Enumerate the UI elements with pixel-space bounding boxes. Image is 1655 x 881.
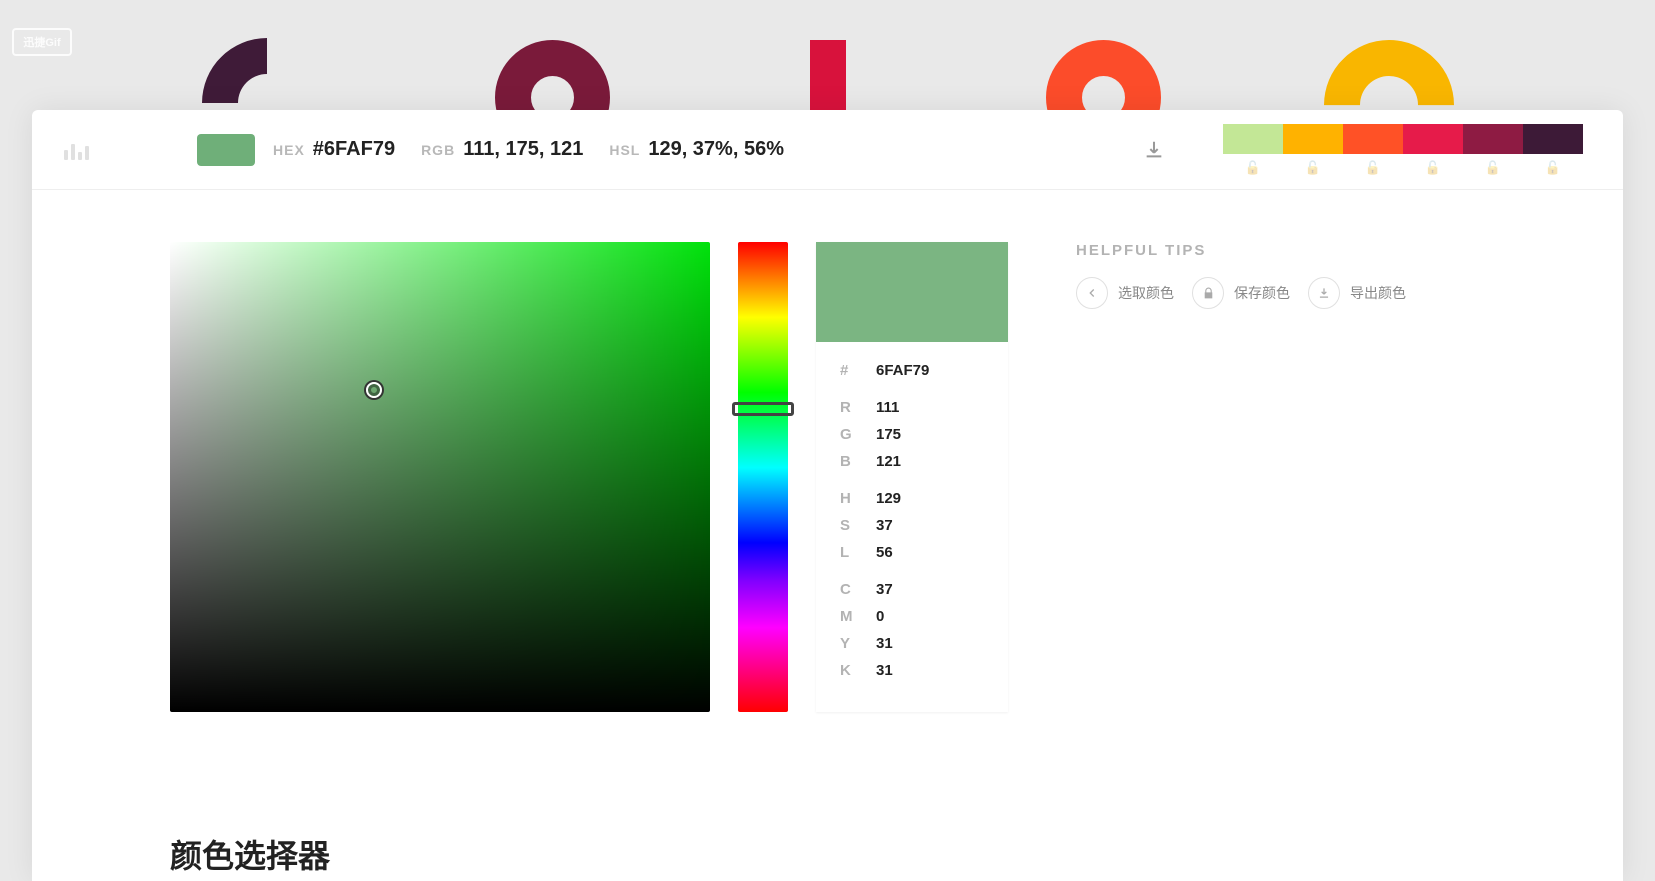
tip-export-color[interactable]: 导出颜色	[1308, 277, 1406, 309]
k-value[interactable]: 31	[876, 662, 893, 679]
b-label: B	[840, 453, 856, 470]
y-label: Y	[840, 635, 856, 652]
palette-container: 🔓 🔓 🔓 🔓 🔓 🔓	[1223, 124, 1583, 176]
palette-swatch-4[interactable]	[1403, 124, 1463, 154]
tips-title: HELPFUL TIPS	[1076, 242, 1406, 259]
picker-cursor[interactable]	[366, 382, 382, 398]
palette-swatch-2[interactable]	[1283, 124, 1343, 154]
palette-swatch-3[interactable]	[1343, 124, 1403, 154]
color-details-card: #6FAF79 R111 G175 B121 H129 S37 L56 C37 …	[816, 242, 1008, 712]
download-icon[interactable]	[1143, 139, 1165, 161]
l-label: L	[840, 544, 856, 561]
current-color-swatch[interactable]	[197, 134, 255, 166]
unlock-icon[interactable]: 🔓	[1463, 160, 1523, 176]
h-value[interactable]: 129	[876, 490, 901, 507]
palette-swatch-5[interactable]	[1463, 124, 1523, 154]
watermark-badge: 迅捷Gif	[12, 28, 72, 56]
page-heading: 颜色选择器	[170, 831, 330, 877]
g-label: G	[840, 426, 856, 443]
y-value[interactable]: 31	[876, 635, 893, 652]
arrow-left-icon	[1076, 277, 1108, 309]
hex-field[interactable]: 6FAF79	[876, 362, 929, 379]
palette-swatch-1[interactable]	[1223, 124, 1283, 154]
saturation-lightness-picker[interactable]	[170, 242, 710, 712]
s-label: S	[840, 517, 856, 534]
unlock-icon[interactable]: 🔓	[1343, 160, 1403, 176]
hsl-value[interactable]: 129, 37%, 56%	[648, 138, 784, 161]
color-preview	[816, 242, 1008, 342]
tip-save-color[interactable]: 保存颜色	[1192, 277, 1290, 309]
tip-pick-label: 选取颜色	[1118, 283, 1174, 303]
color-palette[interactable]	[1223, 124, 1583, 154]
rgb-value[interactable]: 111, 175, 121	[463, 138, 583, 161]
tip-export-label: 导出颜色	[1350, 283, 1406, 303]
unlock-icon[interactable]: 🔓	[1403, 160, 1463, 176]
r-value[interactable]: 111	[876, 399, 899, 416]
unlock-icon[interactable]: 🔓	[1283, 160, 1343, 176]
hex-label: HEX	[273, 142, 305, 158]
lock-icon	[1192, 277, 1224, 309]
b-value[interactable]: 121	[876, 453, 901, 470]
stats-icon[interactable]	[64, 140, 89, 160]
main-panel: HEX #6FAF79 RGB 111, 175, 121 HSL 129, 3…	[32, 110, 1623, 881]
l-value[interactable]: 56	[876, 544, 893, 561]
r-label: R	[840, 399, 856, 416]
color-topbar: HEX #6FAF79 RGB 111, 175, 121 HSL 129, 3…	[32, 110, 1623, 190]
tip-pick-color[interactable]: 选取颜色	[1076, 277, 1174, 309]
picker-content: #6FAF79 R111 G175 B121 H129 S37 L56 C37 …	[32, 190, 1623, 712]
hsl-label: HSL	[609, 142, 640, 158]
helpful-tips: HELPFUL TIPS 选取颜色 保存颜色	[1076, 242, 1406, 712]
download-icon	[1308, 277, 1340, 309]
tip-save-label: 保存颜色	[1234, 283, 1290, 303]
hue-slider-handle[interactable]	[732, 402, 794, 416]
m-value[interactable]: 0	[876, 608, 884, 625]
h-label: H	[840, 490, 856, 507]
palette-locks: 🔓 🔓 🔓 🔓 🔓 🔓	[1223, 160, 1583, 176]
hash-label: #	[840, 362, 856, 379]
unlock-icon[interactable]: 🔓	[1223, 160, 1283, 176]
color-codes: HEX #6FAF79 RGB 111, 175, 121 HSL 129, 3…	[273, 138, 802, 161]
hex-value[interactable]: #6FAF79	[313, 138, 395, 161]
c-value[interactable]: 37	[876, 581, 893, 598]
k-label: K	[840, 662, 856, 679]
rgb-label: RGB	[421, 142, 455, 158]
unlock-icon[interactable]: 🔓	[1523, 160, 1583, 176]
c-label: C	[840, 581, 856, 598]
palette-swatch-6[interactable]	[1523, 124, 1583, 154]
hue-slider[interactable]	[738, 242, 788, 712]
g-value[interactable]: 175	[876, 426, 901, 443]
s-value[interactable]: 37	[876, 517, 893, 534]
m-label: M	[840, 608, 856, 625]
